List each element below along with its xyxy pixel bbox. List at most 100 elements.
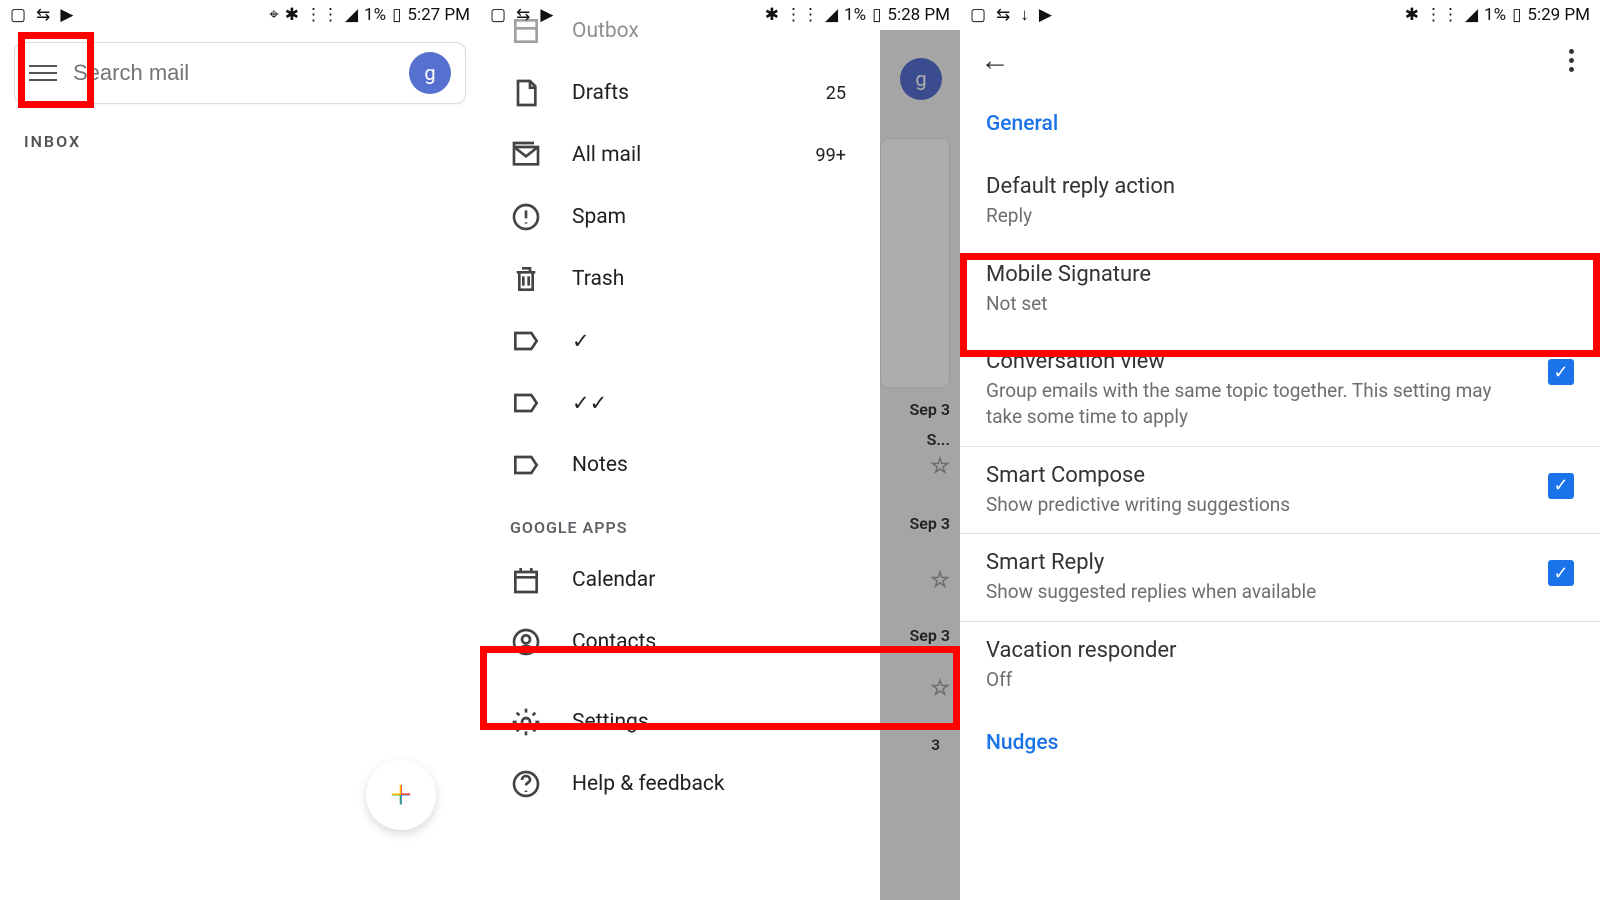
outbox-icon bbox=[510, 15, 542, 47]
drafts-icon bbox=[510, 77, 542, 109]
drawer-label: Help & feedback bbox=[572, 772, 850, 796]
drawer-item-spam[interactable]: Spam bbox=[480, 186, 880, 248]
drawer-item-label-doublecheck[interactable]: ✓✓ bbox=[480, 372, 880, 434]
clock-text: 5:29 PM bbox=[1527, 5, 1590, 25]
setting-title: Conversation view bbox=[986, 349, 1528, 374]
inbox-heading: INBOX bbox=[24, 132, 480, 151]
allmail-icon bbox=[510, 139, 542, 171]
drawer-item-allmail[interactable]: All mail 99+ bbox=[480, 124, 880, 186]
setting-vacation-responder[interactable]: Vacation responder Off bbox=[960, 622, 1600, 710]
panel-drawer: ▢ ⇆ ▶ ✱ ⋮⋮ ◢ 1% ▯ 5:28 PM g Sep 3 S... ☆… bbox=[480, 0, 960, 900]
setting-sub: Show predictive writing suggestions bbox=[986, 492, 1528, 518]
checkbox-checked-icon[interactable]: ✓ bbox=[1548, 359, 1574, 385]
plus-icon: + bbox=[390, 773, 411, 817]
checkbox-checked-icon[interactable]: ✓ bbox=[1548, 560, 1574, 586]
drawer-item-settings[interactable]: Settings bbox=[480, 691, 880, 753]
drawer-label: Spam bbox=[572, 205, 850, 229]
drawer-item-drafts[interactable]: Drafts 25 bbox=[480, 62, 880, 124]
setting-smart-compose[interactable]: Smart Compose Show predictive writing su… bbox=[960, 447, 1600, 535]
setting-sub: Show suggested replies when available bbox=[986, 579, 1528, 605]
clock-text: 5:28 PM bbox=[887, 5, 950, 25]
play-icon: ▶ bbox=[1039, 5, 1052, 25]
setting-title: Smart Compose bbox=[986, 463, 1528, 488]
signal-icon: ◢ bbox=[345, 5, 358, 25]
setting-sub: Off bbox=[986, 667, 1554, 693]
back-button[interactable]: ← bbox=[980, 43, 1010, 78]
signal-icon: ◢ bbox=[1465, 5, 1478, 25]
spam-icon bbox=[510, 201, 542, 233]
setting-smart-reply[interactable]: Smart Reply Show suggested replies when … bbox=[960, 534, 1600, 622]
drawer-item-notes[interactable]: Notes bbox=[480, 434, 880, 496]
drawer-item-calendar[interactable]: Calendar bbox=[480, 549, 880, 611]
sync-icon: ⇆ bbox=[36, 5, 50, 25]
location-icon: ⌖ bbox=[269, 5, 279, 25]
overflow-menu-button[interactable] bbox=[1563, 43, 1580, 78]
section-nudges: Nudges bbox=[960, 709, 1600, 777]
panel-inbox: ▢ ⇆ ▶ ⌖ ✱ ⋮⋮ ◢ 1% ▯ 5:27 PM g INBOX + bbox=[0, 0, 480, 900]
setting-title: Smart Reply bbox=[986, 550, 1528, 575]
clock-text: 5:27 PM bbox=[407, 5, 470, 25]
setting-sub: Group emails with the same topic togethe… bbox=[986, 378, 1528, 429]
gear-icon bbox=[510, 706, 542, 738]
drawer-item-help[interactable]: Help & feedback bbox=[480, 753, 880, 815]
drawer-section-heading: GOOGLE APPS bbox=[480, 496, 880, 549]
drawer-label: Notes bbox=[572, 453, 850, 477]
setting-title: Vacation responder bbox=[986, 638, 1554, 663]
contacts-icon bbox=[510, 626, 542, 658]
wifi-icon: ⋮⋮ bbox=[305, 5, 339, 25]
drawer-item-label-check[interactable]: ✓ bbox=[480, 310, 880, 372]
wifi-icon: ⋮⋮ bbox=[1425, 5, 1459, 25]
drawer-label: All mail bbox=[572, 143, 816, 167]
trash-icon bbox=[510, 263, 542, 295]
drawer-label: Settings bbox=[572, 710, 850, 734]
drawer-count: 25 bbox=[826, 83, 846, 104]
setting-mobile-signature[interactable]: Mobile Signature Not set bbox=[960, 246, 1600, 334]
drawer-label: Calendar bbox=[572, 568, 850, 592]
drawer-label: Trash bbox=[572, 267, 850, 291]
drawer-item-contacts[interactable]: Contacts bbox=[480, 611, 880, 673]
checkbox-checked-icon[interactable]: ✓ bbox=[1548, 473, 1574, 499]
download-icon: ↓ bbox=[1020, 5, 1029, 25]
setting-sub: Not set bbox=[986, 291, 1554, 317]
avatar[interactable]: g bbox=[409, 52, 451, 94]
battery-icon: ▯ bbox=[392, 5, 401, 25]
bluetooth-icon: ✱ bbox=[1405, 5, 1419, 25]
drawer-label: Outbox bbox=[572, 19, 850, 43]
image-icon: ▢ bbox=[10, 5, 26, 25]
drawer-label: ✓ bbox=[572, 329, 850, 354]
setting-conversation-view[interactable]: Conversation view Group emails with the … bbox=[960, 333, 1600, 446]
drawer-item-outbox[interactable]: Outbox bbox=[480, 0, 880, 62]
battery-text: 1% bbox=[1484, 5, 1506, 25]
drawer-count: 99+ bbox=[816, 145, 846, 166]
drawer-label: Drafts bbox=[572, 81, 826, 105]
drawer-label: ✓✓ bbox=[572, 391, 850, 416]
status-bar: ▢ ⇆ ▶ ⌖ ✱ ⋮⋮ ◢ 1% ▯ 5:27 PM bbox=[0, 0, 480, 30]
setting-default-reply[interactable]: Default reply action Reply bbox=[960, 158, 1600, 246]
setting-title: Default reply action bbox=[986, 174, 1554, 199]
battery-text: 1% bbox=[364, 5, 386, 25]
search-bar[interactable]: g bbox=[14, 42, 466, 104]
setting-title: Mobile Signature bbox=[986, 262, 1554, 287]
panel-settings: ▢ ⇆ ↓ ▶ ✱ ⋮⋮ ◢ 1% ▯ 5:29 PM ← General De… bbox=[960, 0, 1600, 900]
help-icon bbox=[510, 768, 542, 800]
drawer-item-trash[interactable]: Trash bbox=[480, 248, 880, 310]
drawer-label: Contacts bbox=[572, 630, 850, 654]
image-icon: ▢ bbox=[970, 5, 986, 25]
label-icon bbox=[510, 325, 542, 357]
menu-icon[interactable] bbox=[29, 59, 57, 87]
search-input[interactable] bbox=[73, 60, 409, 86]
battery-icon: ▯ bbox=[1512, 5, 1521, 25]
sync-icon: ⇆ bbox=[996, 5, 1010, 25]
setting-sub: Reply bbox=[986, 203, 1554, 229]
section-general: General bbox=[960, 90, 1600, 158]
bluetooth-icon: ✱ bbox=[285, 5, 299, 25]
nav-drawer: Outbox Drafts 25 All mail 99+ Spam Trash… bbox=[480, 30, 880, 900]
scrim[interactable] bbox=[880, 30, 960, 900]
label-icon bbox=[510, 387, 542, 419]
calendar-icon bbox=[510, 564, 542, 596]
app-bar: ← bbox=[960, 30, 1600, 90]
status-bar: ▢ ⇆ ↓ ▶ ✱ ⋮⋮ ◢ 1% ▯ 5:29 PM bbox=[960, 0, 1600, 30]
play-icon: ▶ bbox=[60, 5, 73, 25]
compose-fab[interactable]: + bbox=[366, 760, 436, 830]
label-icon bbox=[510, 449, 542, 481]
